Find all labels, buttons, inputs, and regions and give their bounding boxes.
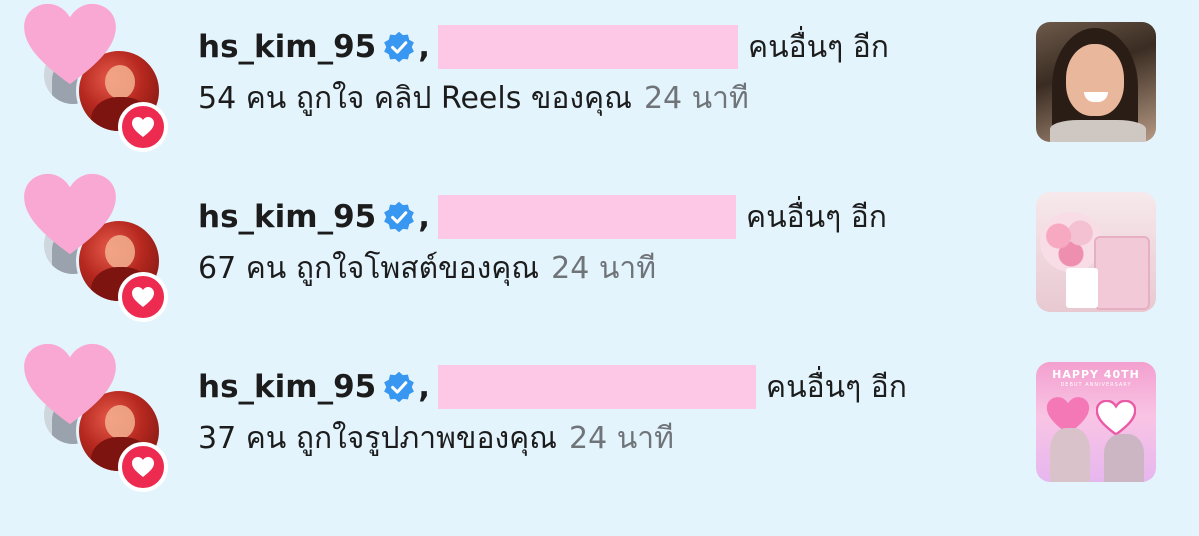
separator: ,: [418, 29, 430, 65]
pink-heart-sticker-icon: [24, 3, 116, 85]
timestamp: 24 นาที: [551, 250, 656, 286]
avatar-stack[interactable]: [22, 173, 182, 330]
others-label: คนอื่นๆ อีก: [746, 199, 887, 235]
pink-heart-sticker-icon: [24, 343, 116, 425]
thumbnail-photo-gift-box: [1094, 236, 1150, 310]
pink-heart-sticker-icon: [24, 173, 116, 255]
notification-row[interactable]: hs_kim_95 , คนอื่นๆ อีก 37 คน ถูกใจรูปภา…: [0, 343, 1199, 500]
thumbnail-photo-card: [1066, 268, 1098, 308]
verified-badge-icon: [384, 371, 415, 403]
others-label: คนอื่นๆ อีก: [748, 29, 889, 65]
notification-text: hs_kim_95 , คนอื่นๆ อีก 67 คน ถูกใจโพสต์…: [198, 194, 978, 290]
thumbnail-photo-flowers: [1040, 212, 1102, 272]
username-link[interactable]: hs_kim_95: [198, 199, 376, 235]
thumbnail-photo-person: [1050, 428, 1090, 482]
username-link[interactable]: hs_kim_95: [198, 29, 376, 65]
separator: ,: [418, 199, 430, 235]
like-badge: [118, 272, 168, 322]
notification-text: hs_kim_95 , คนอื่นๆ อีก 37 คน ถูกใจรูปภา…: [198, 364, 978, 460]
heart-icon: [132, 117, 154, 137]
timestamp: 24 นาที: [643, 80, 749, 116]
heart-icon: [132, 457, 154, 477]
separator: ,: [418, 369, 430, 405]
timestamp: 24 นาที: [569, 420, 674, 456]
heart-frame-icon: [1096, 400, 1136, 436]
like-badge: [118, 442, 168, 492]
verified-badge-icon: [384, 31, 415, 63]
action-text: 37 คน ถูกใจรูปภาพของคุณ: [198, 420, 558, 456]
notification-list: hs_kim_95 , คนอื่นๆ อีก 54 คน ถูกใจ คลิป…: [0, 0, 1199, 536]
notification-row[interactable]: hs_kim_95 , คนอื่นๆ อีก 67 คน ถูกใจโพสต์…: [0, 173, 1199, 330]
action-text: 54 คน ถูกใจ คลิป Reels ของคุณ: [198, 80, 632, 116]
thumbnail-photo-shirt: [1050, 120, 1146, 142]
avatar-stack[interactable]: [22, 3, 182, 160]
notification-text: hs_kim_95 , คนอื่นๆ อีก 54 คน ถูกใจ คลิป…: [198, 24, 978, 120]
verified-badge-icon: [384, 201, 415, 233]
like-badge: [118, 102, 168, 152]
avatar-stack[interactable]: [22, 343, 182, 500]
thumbnail-photo-person: [1104, 434, 1144, 482]
username-link[interactable]: hs_kim_95: [198, 369, 376, 405]
thumbnail-subtitle: DEBUT ANNIVERSARY: [1060, 382, 1132, 388]
post-thumbnail[interactable]: HAPPY 40TH DEBUT ANNIVERSARY: [1036, 362, 1156, 482]
redacted-username: [438, 25, 738, 69]
redacted-username: [438, 195, 736, 239]
post-thumbnail[interactable]: [1036, 22, 1156, 142]
action-text: 67 คน ถูกใจโพสต์ของคุณ: [198, 250, 540, 286]
heart-icon: [132, 287, 154, 307]
thumbnail-title: HAPPY 40TH: [1052, 368, 1140, 381]
notification-row[interactable]: hs_kim_95 , คนอื่นๆ อีก 54 คน ถูกใจ คลิป…: [0, 3, 1199, 160]
thumbnail-photo-face: [1066, 44, 1124, 116]
others-label: คนอื่นๆ อีก: [766, 369, 907, 405]
redacted-username: [438, 365, 756, 409]
post-thumbnail[interactable]: [1036, 192, 1156, 312]
